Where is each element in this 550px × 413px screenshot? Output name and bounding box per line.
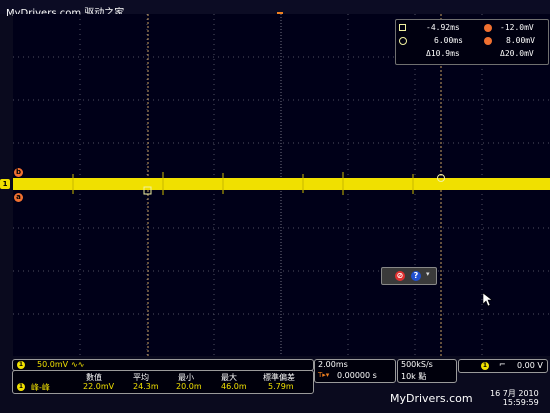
meas-mean: 24.3m bbox=[133, 382, 159, 391]
cursor-a-level-marker[interactable]: a bbox=[14, 193, 23, 202]
cursor-a-voltage: -12.0mV bbox=[500, 23, 534, 32]
trigger-box[interactable]: 1 ⌐ 0.00 V bbox=[458, 359, 548, 373]
clock: 16 7月 2010 15:59:59 bbox=[490, 389, 539, 407]
time-per-div: 2.00ms bbox=[318, 360, 348, 369]
horizontal-position: 0.00000 s bbox=[337, 371, 377, 380]
cursor-readout-panel: -4.92ms -12.0mV 6.00ms 8.00mV Δ10.9ms Δ2… bbox=[395, 19, 549, 65]
help-icon[interactable]: ? bbox=[411, 271, 421, 281]
rising-edge-icon: ⌐ bbox=[499, 360, 506, 369]
graticule bbox=[13, 14, 550, 356]
sample-rate: 500kS/s bbox=[401, 360, 433, 369]
trigger-source-badge: 1 bbox=[481, 362, 489, 370]
bandwidth-limit-icon: ∿∿ bbox=[71, 360, 85, 369]
cursor-b-time: 6.00ms bbox=[434, 36, 463, 45]
date: 16 7月 2010 bbox=[490, 389, 539, 398]
mouse-pointer-icon bbox=[483, 293, 493, 307]
acquisition-box[interactable]: 500kS/s 10k 點 bbox=[397, 359, 457, 383]
record-length: 10k 點 bbox=[401, 372, 427, 381]
waveform-display[interactable] bbox=[13, 14, 550, 356]
cursor-b-voltage: 8.00mV bbox=[506, 36, 535, 45]
channel1-waveform bbox=[13, 178, 550, 190]
floating-toolbar: ⊘ ? ▾ bbox=[381, 267, 437, 285]
stop-icon[interactable]: ⊘ bbox=[395, 271, 405, 281]
meas-max: 46.0m bbox=[221, 382, 247, 391]
meas-channel-badge: 1 bbox=[17, 383, 25, 391]
meas-value: 22.0mV bbox=[83, 382, 115, 391]
cursor-a-time: -4.92ms bbox=[426, 23, 460, 32]
menu-dropdown-icon[interactable]: ▾ bbox=[426, 270, 430, 278]
channel1-volts-per-div: 50.0mV bbox=[37, 360, 69, 369]
trigger-position-icon: T▸▾ bbox=[318, 371, 330, 379]
meas-name: 峰-峰 bbox=[31, 383, 50, 392]
cursor-b-level-marker[interactable]: b bbox=[14, 168, 23, 177]
delta-voltage: Δ20.0mV bbox=[500, 49, 534, 58]
measurement-table[interactable]: 數值 平均 最小 最大 標準偏差 1 峰-峰 22.0mV 24.3m 20.0… bbox=[12, 370, 314, 394]
delta-time: Δ10.9ms bbox=[426, 49, 460, 58]
channel1-marker[interactable]: 1 bbox=[0, 179, 10, 189]
channel1-badge: 1 bbox=[17, 361, 25, 369]
trigger-level: 0.00 V bbox=[517, 361, 543, 370]
time: 15:59:59 bbox=[502, 398, 539, 407]
cursor-a-square-icon bbox=[399, 24, 406, 31]
meas-min: 20.0m bbox=[176, 382, 202, 391]
watermark-bottom: MyDrivers.com bbox=[390, 392, 473, 405]
cursor-a-badge-icon bbox=[484, 24, 492, 32]
meas-stddev: 5.79m bbox=[268, 382, 294, 391]
cursor-b-badge-icon bbox=[484, 37, 492, 45]
timebase-box[interactable]: 2.00ms T▸▾ 0.00000 s bbox=[314, 359, 396, 383]
cursor-b-circle-icon bbox=[399, 37, 407, 45]
